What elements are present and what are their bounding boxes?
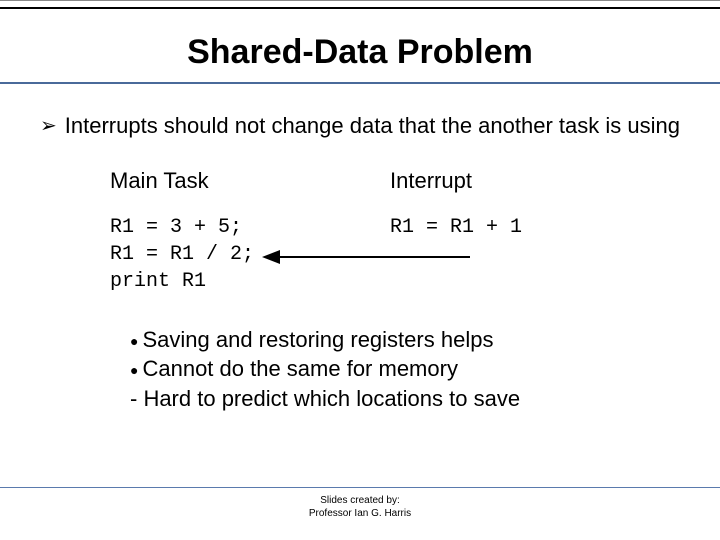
left-column-heading: Main Task: [110, 168, 360, 194]
footer-line-2: Professor Ian G. Harris: [0, 507, 720, 520]
arrow-left-icon: [260, 242, 480, 272]
arrow-bullet-icon: ➢: [40, 114, 57, 139]
dot-bullet-icon: ●: [130, 332, 138, 351]
slide-title: Shared-Data Problem: [0, 33, 720, 72]
footer-line-1: Slides created by:: [0, 494, 720, 507]
sub-bullet-dash: - Hard to predict which locations to sav…: [130, 384, 680, 414]
main-bullet-text: Interrupts should not change data that t…: [65, 112, 680, 140]
dot-bullet-icon: ●: [130, 361, 138, 380]
sub-bullet-1-text: Saving and restoring registers helps: [142, 325, 493, 355]
main-bullet-row: ➢ Interrupts should not change data that…: [40, 112, 680, 140]
code-columns: Main Task R1 = 3 + 5; R1 = R1 / 2; print…: [40, 168, 680, 295]
right-code-block: R1 = R1 + 1: [390, 214, 640, 241]
right-column: Interrupt R1 = R1 + 1: [360, 168, 640, 295]
sub-bullet-dash-text: - Hard to predict which locations to sav…: [130, 384, 520, 414]
sub-bullet-list: ● Saving and restoring registers helps ●…: [40, 325, 680, 414]
title-container: Shared-Data Problem: [0, 7, 720, 84]
sub-bullet-2-text: Cannot do the same for memory: [142, 354, 457, 384]
slide-footer: Slides created by: Professor Ian G. Harr…: [0, 487, 720, 520]
left-column: Main Task R1 = 3 + 5; R1 = R1 / 2; print…: [80, 168, 360, 295]
right-column-heading: Interrupt: [390, 168, 640, 194]
sub-bullet-1: ● Saving and restoring registers helps: [130, 325, 680, 355]
title-rule-top: Shared-Data Problem: [0, 0, 720, 84]
sub-bullet-2: ● Cannot do the same for memory: [130, 354, 680, 384]
